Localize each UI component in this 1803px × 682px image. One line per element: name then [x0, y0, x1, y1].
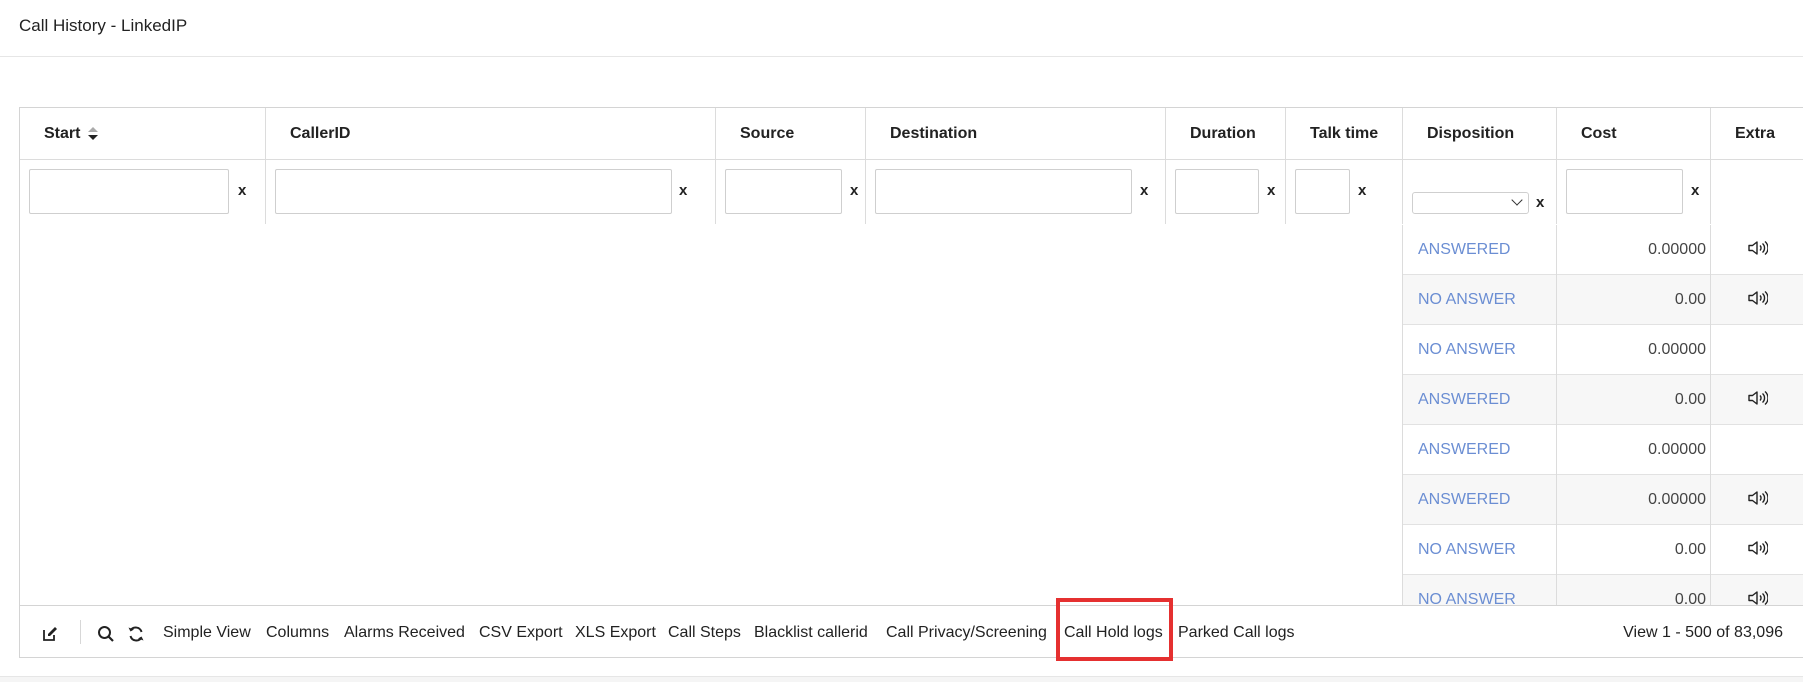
column-header-callerid[interactable]: CallerID [265, 108, 715, 159]
speaker-icon[interactable] [1748, 490, 1768, 506]
disposition-cell: NO ANSWER [1402, 325, 1556, 375]
clear-filter-start[interactable]: x [238, 182, 246, 199]
alarms-received-button[interactable]: Alarms Received [344, 606, 465, 657]
filter-cell-start: x [20, 160, 265, 224]
disposition-cell: NO ANSWER [1402, 575, 1556, 605]
clear-filter-destination[interactable]: x [1140, 182, 1148, 199]
columns-button[interactable]: Columns [266, 606, 329, 657]
clear-filter-duration[interactable]: x [1267, 182, 1275, 199]
filter-cell-destination: x [865, 160, 1165, 224]
search-icon[interactable] [97, 625, 115, 643]
frozen-columns-area [20, 225, 1402, 605]
column-header-cost[interactable]: Cost [1556, 108, 1710, 159]
filter-input-cost[interactable] [1566, 169, 1683, 214]
simple-view-button[interactable]: Simple View [163, 606, 251, 657]
table-row[interactable]: NO ANSWER 0.00 [1402, 275, 1803, 325]
clear-filter-callerid[interactable]: x [679, 182, 687, 199]
column-header-source[interactable]: Source [715, 108, 865, 159]
filter-input-callerid[interactable] [275, 169, 672, 214]
clear-filter-cost[interactable]: x [1691, 182, 1699, 199]
grid-toolbar: Simple View Columns Alarms Received CSV … [20, 605, 1803, 657]
column-header-destination[interactable]: Destination [865, 108, 1165, 159]
speaker-icon[interactable] [1748, 540, 1768, 556]
table-row[interactable]: ANSWERED 0.00000 [1402, 225, 1803, 275]
grid-body: ANSWERED 0.00000 NO ANSWER 0.00 NO ANSWER 0.0… [20, 225, 1803, 605]
highlight-box [1056, 598, 1173, 661]
clear-filter-source[interactable]: x [850, 182, 858, 199]
filter-input-talk-time[interactable] [1295, 169, 1350, 214]
column-header-talk-time[interactable]: Talk time [1285, 108, 1402, 159]
grid-header: Start CallerID Source Destination Durati… [20, 108, 1803, 160]
call-steps-button[interactable]: Call Steps [668, 606, 741, 657]
disposition-cell: ANSWERED [1402, 475, 1556, 525]
page-header: Call History - LinkedIP [0, 0, 1803, 57]
table-row[interactable]: ANSWERED 0.00000 [1402, 475, 1803, 525]
page-title: Call History - LinkedIP [19, 16, 188, 35]
extra-cell [1710, 525, 1803, 575]
column-header-disposition[interactable]: Disposition [1402, 108, 1556, 159]
extra-cell [1710, 425, 1803, 475]
filter-input-duration[interactable] [1175, 169, 1259, 214]
pager-info: View 1 - 500 of 83,096 [1623, 624, 1783, 641]
disposition-cell: NO ANSWER [1402, 275, 1556, 325]
page-bottom-bar [0, 676, 1803, 682]
filter-input-start[interactable] [29, 169, 229, 214]
cost-cell: 0.00000 [1556, 425, 1710, 475]
cost-cell: 0.00000 [1556, 225, 1710, 275]
edit-icon[interactable] [42, 626, 58, 642]
extra-cell [1710, 575, 1803, 605]
cost-cell: 0.00 [1556, 525, 1710, 575]
disposition-cell: ANSWERED [1402, 225, 1556, 275]
column-header-extra[interactable]: Extra [1710, 108, 1803, 159]
refresh-icon[interactable] [127, 625, 145, 643]
table-row[interactable]: NO ANSWER 0.00 [1402, 575, 1803, 605]
extra-cell [1710, 475, 1803, 525]
filter-input-source[interactable] [725, 169, 842, 214]
filter-select-disposition[interactable] [1412, 192, 1529, 214]
speaker-icon[interactable] [1748, 390, 1768, 406]
clear-filter-disposition[interactable]: x [1536, 194, 1544, 211]
toolbar-separator [80, 620, 81, 644]
speaker-icon[interactable] [1748, 240, 1768, 256]
disposition-cell: ANSWERED [1402, 375, 1556, 425]
disposition-cell: NO ANSWER [1402, 525, 1556, 575]
sort-icon[interactable] [88, 126, 99, 141]
column-header-start[interactable]: Start [20, 108, 265, 159]
extra-cell [1710, 325, 1803, 375]
filter-cell-cost: x [1556, 160, 1710, 224]
table-row[interactable]: NO ANSWER 0.00000 [1402, 325, 1803, 375]
cost-cell: 0.00000 [1556, 325, 1710, 375]
cost-cell: 0.00 [1556, 375, 1710, 425]
filter-cell-talk-time: x [1285, 160, 1402, 224]
filter-cell-disposition: x [1402, 160, 1556, 224]
filter-cell-extra [1710, 160, 1803, 224]
chevron-down-icon [1511, 194, 1523, 206]
clear-filter-talk-time[interactable]: x [1358, 182, 1366, 199]
disposition-cell: ANSWERED [1402, 425, 1556, 475]
parked-call-logs-button[interactable]: Parked Call logs [1178, 606, 1295, 657]
cost-cell: 0.00000 [1556, 475, 1710, 525]
call-privacy-screening-button[interactable]: Call Privacy/Screening [886, 606, 1047, 657]
speaker-icon[interactable] [1748, 590, 1768, 605]
filter-row: x x x x x x x x [20, 160, 1803, 224]
filter-input-destination[interactable] [875, 169, 1132, 214]
table-row[interactable]: ANSWERED 0.00000 [1402, 425, 1803, 475]
cost-cell: 0.00 [1556, 275, 1710, 325]
column-header-duration[interactable]: Duration [1165, 108, 1285, 159]
csv-export-button[interactable]: CSV Export [479, 606, 563, 657]
call-history-grid: Start CallerID Source Destination Durati… [19, 107, 1803, 658]
filter-cell-source: x [715, 160, 865, 224]
extra-cell [1710, 375, 1803, 425]
table-row[interactable]: ANSWERED 0.00 [1402, 375, 1803, 425]
xls-export-button[interactable]: XLS Export [575, 606, 656, 657]
filter-cell-callerid: x [265, 160, 715, 224]
cost-cell: 0.00 [1556, 575, 1710, 605]
blacklist-callerid-button[interactable]: Blacklist callerid [754, 606, 868, 657]
extra-cell [1710, 225, 1803, 275]
extra-cell [1710, 275, 1803, 325]
filter-cell-duration: x [1165, 160, 1285, 224]
column-label-start: Start [44, 125, 81, 142]
speaker-icon[interactable] [1748, 290, 1768, 306]
table-row[interactable]: NO ANSWER 0.00 [1402, 525, 1803, 575]
